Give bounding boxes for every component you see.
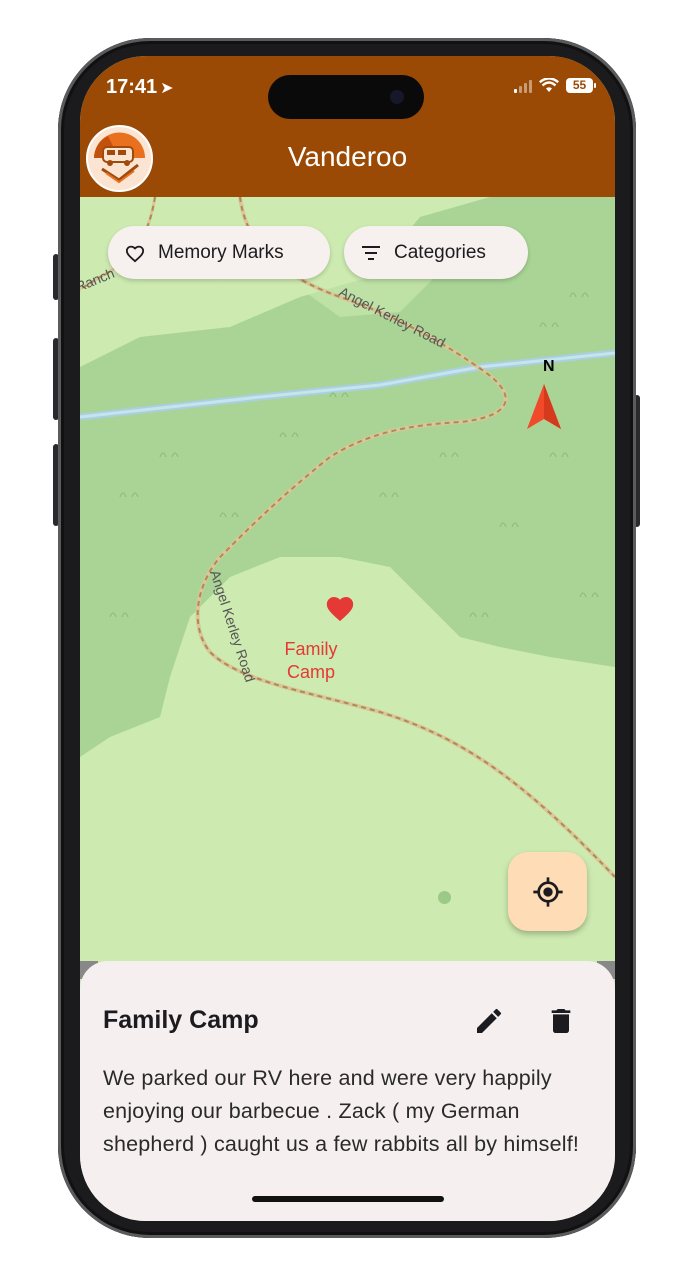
filter-icon	[362, 245, 380, 260]
compass-label: N	[543, 358, 555, 375]
dynamic-island	[268, 75, 424, 119]
edit-icon[interactable]	[473, 1005, 505, 1037]
app-bar: 17:41 ➤ 55 Vanderoo	[80, 56, 615, 197]
marker-label[interactable]: Family Camp	[276, 638, 346, 684]
battery-icon: 55	[566, 78, 596, 93]
app-title: Vanderoo	[287, 141, 408, 172]
signal-icon	[514, 79, 532, 93]
location-arrow-icon: ➤	[160, 80, 174, 97]
memory-description: We parked our RV here and were very happ…	[103, 1066, 580, 1156]
categories-label: Categories	[394, 241, 486, 263]
my-location-button[interactable]	[508, 852, 587, 931]
memory-title: Family Camp	[103, 1006, 259, 1034]
map-dot	[438, 891, 451, 904]
heart-marker-icon[interactable]	[324, 593, 356, 622]
status-icons: 55	[514, 78, 596, 93]
memory-marks-chip[interactable]: Memory Marks	[108, 226, 330, 279]
marker-label-line1: Family	[284, 639, 338, 659]
categories-chip[interactable]: Categories	[344, 226, 528, 279]
app-screen: Angel Kerley Road Angel Kerley Road Ranc…	[80, 56, 615, 1221]
marker-label-line2: Camp	[286, 662, 335, 682]
heart-outline-icon	[125, 245, 145, 262]
compass-arrow-icon[interactable]	[521, 381, 567, 431]
memory-marks-label: Memory Marks	[158, 241, 284, 263]
delete-icon[interactable]	[545, 1005, 577, 1037]
home-indicator[interactable]	[252, 1196, 444, 1202]
status-time: 17:41 ➤	[106, 76, 174, 99]
wifi-icon	[539, 78, 559, 92]
clock: 17:41	[106, 76, 158, 98]
memory-detail-sheet: Family Camp We parked our RV here and we…	[80, 961, 615, 1221]
my-location-icon	[532, 876, 563, 907]
